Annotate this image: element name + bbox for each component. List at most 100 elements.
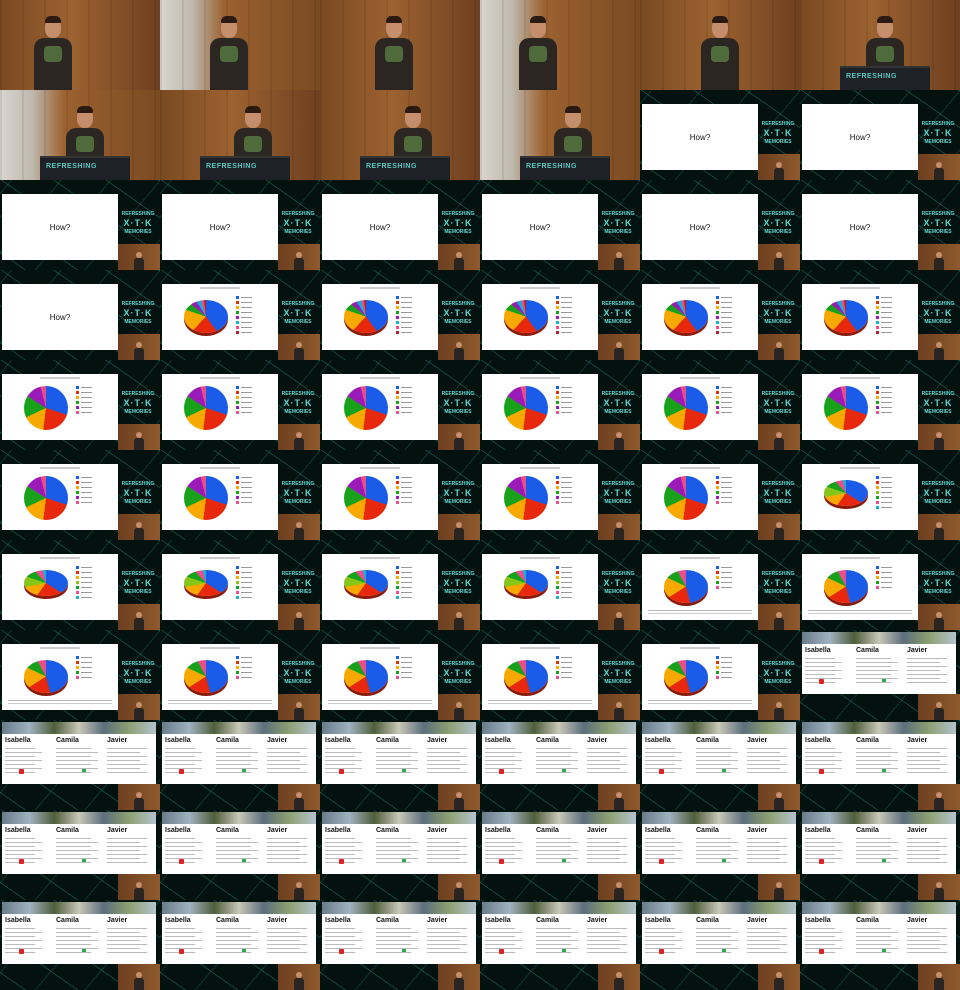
name-column: Isabella [805,826,853,870]
slide-footnote [808,610,912,614]
video-thumbnail[interactable]: How? REFRESHING X·T·K MEMORIES [320,180,480,270]
speaker [134,792,144,810]
name-column: Javier [107,736,155,780]
speaker [134,342,144,360]
video-thumbnail[interactable]: Isabella Camila Javier [0,900,160,990]
video-thumbnail[interactable]: REFRESHING X·T·K MEMORIES [800,270,960,360]
video-thumbnail[interactable]: How? REFRESHING X·T·K MEMORIES [0,180,160,270]
video-thumbnail[interactable]: REFRESHING [0,90,160,180]
video-thumbnail[interactable]: REFRESHING X·T·K MEMORIES [480,270,640,360]
event-logo: REFRESHING X·T·K MEMORIES [121,481,155,505]
video-thumbnail[interactable]: REFRESHING X·T·K MEMORIES [480,540,640,630]
video-thumbnail[interactable]: How? REFRESHING X·T·K MEMORIES [480,180,640,270]
video-thumbnail[interactable]: REFRESHING X·T·K MEMORIES [800,450,960,540]
video-thumbnail[interactable]: REFRESHING X·T·K MEMORIES [160,450,320,540]
podium-logo: REFRESHING [46,163,97,170]
video-thumbnail[interactable]: REFRESHING X·T·K MEMORIES [640,450,800,540]
red-marker [659,769,664,774]
legend-item [556,306,572,309]
speaker [934,342,944,360]
legend-item [556,476,572,479]
video-thumbnail[interactable]: REFRESHING X·T·K MEMORIES [320,450,480,540]
video-thumbnail[interactable]: REFRESHING [480,90,640,180]
video-thumbnail[interactable]: Isabella Camila Javier [640,900,800,990]
video-thumbnail[interactable]: Isabella Camila Javier [160,900,320,990]
video-thumbnail[interactable]: REFRESHING X·T·K MEMORIES [640,360,800,450]
video-thumbnail[interactable]: REFRESHING X·T·K MEMORIES [480,630,640,720]
video-thumbnail[interactable] [160,0,320,90]
legend-item [396,676,412,679]
video-thumbnail[interactable]: REFRESHING X·T·K MEMORIES [320,540,480,630]
video-thumbnail[interactable]: REFRESHING X·T·K MEMORIES [160,540,320,630]
video-thumbnail[interactable]: REFRESHING X·T·K MEMORIES [160,630,320,720]
video-thumbnail[interactable]: Isabella Camila Javier [160,810,320,900]
video-thumbnail[interactable]: How? REFRESHING X·T·K MEMORIES [640,180,800,270]
video-thumbnail[interactable]: Isabella Camila Javier [640,720,800,810]
legend-item [556,666,572,669]
video-thumbnail[interactable]: REFRESHING X·T·K MEMORIES [480,360,640,450]
event-logo: REFRESHING X·T·K MEMORIES [761,301,795,325]
video-thumbnail[interactable]: REFRESHING X·T·K MEMORIES [0,630,160,720]
video-thumbnail[interactable]: Isabella Camila Javier [800,810,960,900]
video-thumbnail[interactable] [320,0,480,90]
video-thumbnail[interactable]: REFRESHING X·T·K MEMORIES [480,450,640,540]
video-thumbnail[interactable]: REFRESHING X·T·K MEMORIES [0,540,160,630]
video-thumbnail[interactable]: REFRESHING X·T·K MEMORIES [640,630,800,720]
video-thumbnail[interactable]: Isabella Camila Javier [480,720,640,810]
video-thumbnail[interactable] [640,0,800,90]
video-thumbnail[interactable]: Isabella Camila Javier [160,720,320,810]
video-thumbnail[interactable]: REFRESHING [320,90,480,180]
video-thumbnail[interactable]: Isabella Camila Javier [800,630,960,720]
speaker [134,252,144,270]
video-thumbnail[interactable]: Isabella Camila Javier [320,720,480,810]
photo-strip [162,722,316,734]
speaker-camera-inset [758,784,800,810]
video-thumbnail[interactable]: REFRESHING [160,90,320,180]
video-thumbnail[interactable]: REFRESHING X·T·K MEMORIES [640,270,800,360]
video-thumbnail[interactable]: How? REFRESHING X·T·K MEMORIES [0,270,160,360]
video-thumbnail[interactable]: REFRESHING X·T·K MEMORIES [640,540,800,630]
video-thumbnail[interactable]: Isabella Camila Javier [800,720,960,810]
green-marker [722,859,726,862]
legend-item [556,491,572,494]
video-thumbnail[interactable]: REFRESHING X·T·K MEMORIES [320,630,480,720]
video-thumbnail[interactable]: Isabella Camila Javier [320,810,480,900]
video-thumbnail[interactable]: REFRESHING X·T·K MEMORIES [800,360,960,450]
speaker-camera-inset [918,244,960,270]
video-thumbnail[interactable]: REFRESHING X·T·K MEMORIES [0,360,160,450]
presentation-slide: Isabella Camila Javier [802,902,956,964]
video-thumbnail[interactable]: REFRESHING X·T·K MEMORIES [800,540,960,630]
red-marker [339,949,344,954]
video-thumbnail[interactable]: Isabella Camila Javier [800,900,960,990]
name-column: Camila [856,826,904,870]
video-thumbnail[interactable]: How? REFRESHING X·T·K MEMORIES [160,180,320,270]
presentation-slide: Isabella Camila Javier [482,812,636,874]
video-thumbnail[interactable]: REFRESHING X·T·K MEMORIES [0,450,160,540]
person-name: Javier [427,917,448,924]
chart-title [360,467,400,469]
video-thumbnail[interactable]: How? REFRESHING X·T·K MEMORIES [640,90,800,180]
legend-item [716,581,732,584]
video-thumbnail[interactable]: REFRESHING X·T·K MEMORIES [160,270,320,360]
video-thumbnail[interactable]: Isabella Camila Javier [0,810,160,900]
presentation-slide: Isabella Camila Javier [482,902,636,964]
name-column: Camila [216,826,264,870]
speaker-camera-inset [118,604,160,630]
video-thumbnail[interactable]: Isabella Camila Javier [0,720,160,810]
video-thumbnail[interactable]: REFRESHING [800,0,960,90]
video-thumbnail[interactable]: REFRESHING X·T·K MEMORIES [320,270,480,360]
video-thumbnail[interactable]: REFRESHING X·T·K MEMORIES [320,360,480,450]
video-thumbnail[interactable]: Isabella Camila Javier [480,900,640,990]
video-thumbnail[interactable]: REFRESHING X·T·K MEMORIES [160,360,320,450]
video-thumbnail[interactable] [0,0,160,90]
video-thumbnail[interactable] [480,0,640,90]
video-thumbnail[interactable]: Isabella Camila Javier [480,810,640,900]
video-thumbnail[interactable]: Isabella Camila Javier [320,900,480,990]
presentation-slide: Isabella Camila Javier [642,812,796,874]
legend-item [716,401,732,404]
video-thumbnail[interactable]: How? REFRESHING X·T·K MEMORIES [800,180,960,270]
video-thumbnail[interactable]: How? REFRESHING X·T·K MEMORIES [800,90,960,180]
video-thumbnail[interactable]: Isabella Camila Javier [640,810,800,900]
pie-chart [664,476,708,520]
presentation-slide [642,284,758,350]
